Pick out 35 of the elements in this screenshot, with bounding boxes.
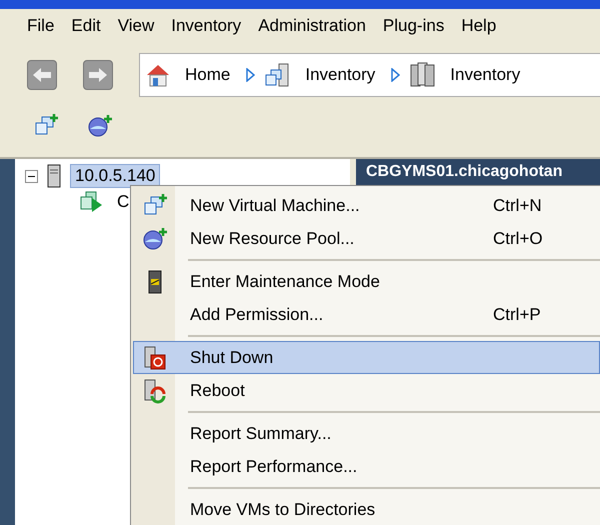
computers-icon xyxy=(263,62,292,88)
right-arrow-icon xyxy=(88,67,108,83)
servers-icon xyxy=(408,62,436,88)
forward-button[interactable] xyxy=(83,60,113,90)
menu-item[interactable]: Plug-ins xyxy=(382,16,444,41)
server-power-icon xyxy=(142,344,168,370)
back-button[interactable] xyxy=(27,60,57,90)
menu-item[interactable]: View xyxy=(118,16,154,41)
tree-item[interactable]: 10.0.5.140 xyxy=(70,164,160,188)
menu-item[interactable]: Edit xyxy=(71,16,101,41)
server-icon xyxy=(46,164,62,188)
menu-item[interactable]: File xyxy=(27,16,54,41)
menu-item[interactable]: Move VMs to Directories xyxy=(133,493,600,525)
globe-plus-icon xyxy=(87,113,113,139)
breadcrumb-link[interactable]: Inventory xyxy=(408,62,520,88)
menu-item[interactable]: Add Permission... Ctrl+P xyxy=(133,298,600,331)
chevron-icon xyxy=(246,68,256,82)
menu-item[interactable]: Administration xyxy=(258,16,366,41)
breadcrumb-link[interactable]: Home xyxy=(145,62,230,88)
menu-item[interactable]: Reboot xyxy=(133,374,600,407)
chevron-icon xyxy=(391,68,400,82)
breadcrumb-link[interactable]: Inventory xyxy=(263,62,376,88)
menu-item[interactable]: Report Summary... xyxy=(133,417,600,450)
server-restart-icon xyxy=(142,378,168,404)
collapse-toggle[interactable] xyxy=(25,170,38,182)
tree-item[interactable]: C xyxy=(113,191,134,213)
globe-plus-icon xyxy=(142,226,168,252)
menu-item[interactable]: Inventory xyxy=(171,16,242,41)
menu-item[interactable]: Shut Down xyxy=(133,341,600,374)
left-arrow-icon xyxy=(32,67,52,83)
house-icon xyxy=(145,62,171,88)
menu-item[interactable]: Enter Maintenance Mode xyxy=(133,265,600,298)
menu-item[interactable]: Report Performance... xyxy=(133,450,600,483)
menu-item[interactable]: New Resource Pool... Ctrl+O xyxy=(133,222,600,255)
menu-item[interactable]: Help xyxy=(461,16,496,41)
